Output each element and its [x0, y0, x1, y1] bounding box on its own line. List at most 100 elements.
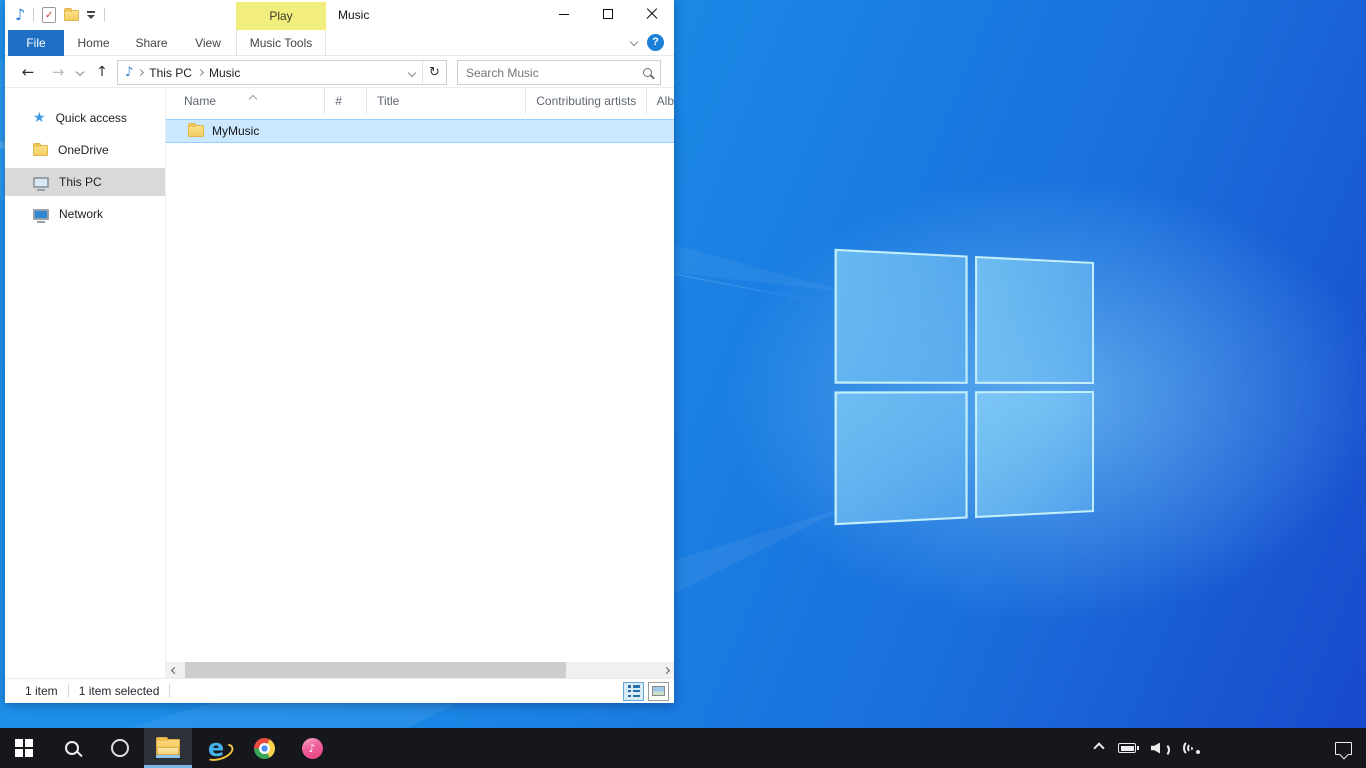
tab-music-tools[interactable]: Music Tools: [236, 30, 326, 56]
expand-ribbon-chevron-icon[interactable]: [630, 38, 638, 46]
cortana-circle-icon: [111, 739, 129, 757]
window-title: Music: [338, 8, 369, 22]
chrome-icon: [254, 738, 275, 759]
scrollbar-track[interactable]: [182, 662, 658, 678]
status-bar: 1 item 1 item selected: [5, 678, 674, 703]
title-bar: ♪ ✓ Music: [5, 0, 674, 30]
onedrive-folder-icon: [33, 145, 48, 156]
windows-logo-pane: [975, 256, 1094, 384]
itunes-button[interactable]: ♪: [288, 728, 336, 768]
chrome-button[interactable]: [240, 728, 288, 768]
file-explorer-taskbar-button[interactable]: [144, 728, 192, 768]
refresh-button[interactable]: ↻: [422, 61, 446, 84]
properties-button[interactable]: ✓: [42, 7, 56, 23]
scroll-left-button[interactable]: [166, 662, 182, 678]
sidebar-item-label: Network: [59, 207, 103, 221]
file-row-mymusic[interactable]: MyMusic: [166, 119, 674, 143]
wifi-icon[interactable]: [1183, 740, 1202, 756]
customize-qat-dropdown[interactable]: [87, 10, 96, 20]
view-toggle-buttons: [623, 682, 669, 701]
file-explorer-window: ♪ ✓ Music Play File Home Share View Musi…: [5, 0, 674, 703]
chevron-left-icon: [170, 666, 177, 673]
search-icon[interactable]: [643, 68, 652, 77]
address-bar[interactable]: ♪ This PC Music ↻: [117, 60, 447, 85]
separator: [104, 8, 105, 22]
forward-button[interactable]: →: [47, 56, 69, 88]
separator: [33, 8, 34, 22]
address-dropdown-button[interactable]: [402, 70, 422, 76]
sidebar-item-this-pc[interactable]: This PC: [5, 168, 165, 196]
help-button[interactable]: ?: [647, 34, 664, 51]
maximize-button[interactable]: [586, 0, 630, 28]
maximize-icon: [603, 9, 613, 19]
recent-locations-chevron[interactable]: [73, 56, 87, 88]
ribbon-tab-strip: File Home Share View Music Tools: [5, 30, 674, 56]
search-placeholder: Search Music: [466, 66, 539, 80]
ribbon-right-controls: ?: [631, 32, 664, 52]
volume-icon[interactable]: [1151, 742, 1168, 755]
file-explorer-icon: [156, 739, 180, 758]
sidebar-item-label: OneDrive: [58, 143, 109, 157]
caption-buttons: [542, 0, 674, 28]
internet-explorer-button[interactable]: e: [192, 728, 240, 768]
internet-explorer-icon: e: [208, 736, 224, 760]
column-header-number[interactable]: #: [325, 88, 367, 114]
cortana-button[interactable]: [96, 728, 144, 768]
details-view-icon: [628, 685, 640, 697]
breadcrumb-music[interactable]: Music: [203, 61, 246, 84]
tab-play-contextual[interactable]: Play: [236, 2, 326, 30]
start-button[interactable]: [0, 728, 48, 768]
column-header-name[interactable]: Name: [166, 88, 325, 114]
scrollbar-thumb[interactable]: [185, 662, 566, 678]
minimize-button[interactable]: [542, 0, 586, 28]
search-input[interactable]: Search Music: [457, 60, 661, 85]
minimize-icon: [559, 14, 569, 15]
details-view-button[interactable]: [623, 682, 644, 701]
battery-icon[interactable]: [1118, 743, 1136, 753]
itunes-icon: ♪: [302, 738, 323, 759]
address-music-note-icon: ♪: [125, 65, 133, 80]
selection-count: 1 item selected: [79, 684, 160, 698]
folder-icon: [188, 125, 204, 137]
sort-ascending-icon: [250, 91, 256, 105]
windows-start-icon: [15, 739, 33, 757]
column-header-album[interactable]: Alb: [647, 88, 674, 114]
system-tray: [1095, 728, 1366, 768]
hidden-icons-chevron-icon[interactable]: [1093, 742, 1104, 753]
large-icons-view-icon: [652, 686, 665, 696]
navigation-pane: ★ Quick access OneDrive This PC Network: [5, 88, 165, 678]
back-button[interactable]: ←: [17, 56, 39, 88]
action-center-icon[interactable]: [1335, 742, 1352, 755]
app-music-note-icon: ♪: [15, 7, 25, 23]
chevron-down-icon: [76, 68, 84, 76]
this-pc-monitor-icon: [33, 177, 49, 188]
taskbar-search-button[interactable]: [48, 728, 96, 768]
close-button[interactable]: [630, 0, 674, 28]
breadcrumb-this-pc[interactable]: This PC: [143, 61, 198, 84]
windows-logo-pane: [975, 391, 1094, 519]
up-button[interactable]: ↑: [91, 56, 113, 88]
file-name: MyMusic: [212, 124, 259, 138]
item-count: 1 item: [25, 684, 58, 698]
column-header-contributing-artists[interactable]: Contributing artists: [526, 88, 646, 114]
horizontal-scrollbar[interactable]: [166, 662, 674, 678]
tab-file[interactable]: File: [8, 30, 64, 56]
sidebar-item-label: This PC: [59, 175, 102, 189]
sidebar-item-onedrive[interactable]: OneDrive: [5, 136, 165, 164]
chevron-right-icon: [662, 666, 669, 673]
windows-logo-pane: [835, 391, 968, 526]
chevron-down-icon: [408, 68, 416, 76]
sidebar-item-quick-access[interactable]: ★ Quick access: [5, 104, 165, 132]
large-icons-view-button[interactable]: [648, 682, 669, 701]
column-headers: Name # Title Contributing artists Alb: [166, 88, 674, 114]
separator: [169, 684, 170, 698]
new-folder-button[interactable]: [64, 10, 79, 21]
tab-view[interactable]: View: [180, 30, 236, 56]
separator: [68, 684, 69, 698]
tab-home[interactable]: Home: [64, 30, 123, 56]
column-header-title[interactable]: Title: [367, 88, 526, 114]
sidebar-item-network[interactable]: Network: [5, 200, 165, 228]
tab-share[interactable]: Share: [123, 30, 180, 56]
quick-access-toolbar: ♪ ✓: [15, 0, 105, 30]
scroll-right-button[interactable]: [658, 662, 674, 678]
